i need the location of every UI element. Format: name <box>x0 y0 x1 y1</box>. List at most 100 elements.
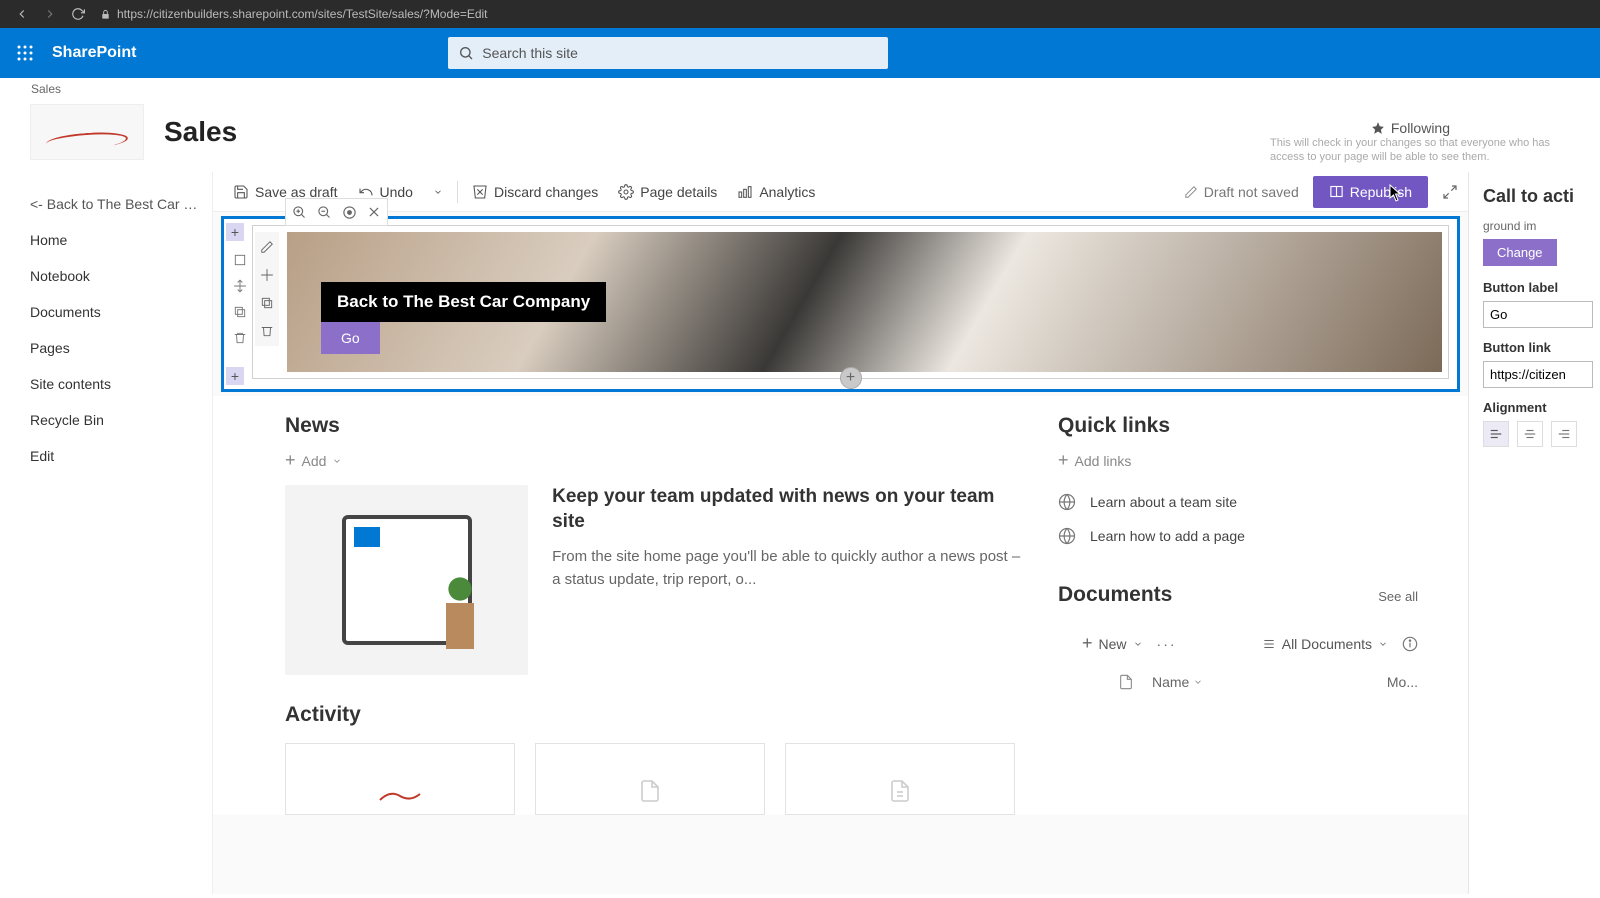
search-input[interactable]: Search this site <box>448 37 888 69</box>
webpart-move-icon[interactable] <box>260 268 274 282</box>
close-icon[interactable] <box>367 205 381 219</box>
site-header: Sales Following This will check in your … <box>0 96 1600 172</box>
call-to-action-webpart[interactable]: Back to The Best Car Company Go <box>287 232 1442 372</box>
quicklink-item[interactable]: Learn about a team site <box>1058 485 1418 519</box>
add-section-bottom-button[interactable]: + <box>226 367 244 385</box>
section-delete-icon[interactable] <box>233 331 247 345</box>
webpart-rail <box>255 232 279 346</box>
nav-item-home[interactable]: Home <box>30 222 202 258</box>
panel-bg-label: ground im <box>1483 219 1600 233</box>
nav-back-link[interactable]: <- Back to The Best Car C... <box>30 186 202 222</box>
news-heading: News <box>285 414 1022 438</box>
chevron-down-icon <box>433 187 443 197</box>
focal-point-icon[interactable] <box>342 205 357 220</box>
reload-icon[interactable] <box>64 0 92 28</box>
follow-button[interactable]: Following <box>1371 120 1450 136</box>
discard-button[interactable]: Discard changes <box>462 178 608 206</box>
webpart-delete-icon[interactable] <box>260 324 274 338</box>
file-icon <box>1118 674 1134 690</box>
republish-button[interactable]: Republish <box>1313 176 1428 208</box>
command-bar: Save as draft Undo Discard changes Page … <box>213 172 1468 212</box>
analytics-icon <box>737 184 753 200</box>
left-nav: <- Back to The Best Car C... Home Notebo… <box>0 172 212 894</box>
star-icon <box>1371 121 1385 135</box>
nav-item-sitecontents[interactable]: Site contents <box>30 366 202 402</box>
site-title: Sales <box>164 116 237 148</box>
add-webpart-button[interactable]: + <box>840 367 862 389</box>
col-modified[interactable]: Mo... <box>1387 674 1418 690</box>
analytics-button[interactable]: Analytics <box>727 178 825 206</box>
webpart-container[interactable]: Back to The Best Car Company Go + <box>252 225 1449 379</box>
quicklinks-heading: Quick links <box>1058 414 1418 438</box>
align-center-button[interactable] <box>1517 421 1543 447</box>
webpart-edit-icon[interactable] <box>260 240 274 254</box>
mouse-cursor-icon <box>1389 184 1403 202</box>
quicklink-item[interactable]: Learn how to add a page <box>1058 519 1418 553</box>
section-edit-icon[interactable] <box>233 253 247 267</box>
align-left-button[interactable] <box>1483 421 1509 447</box>
alignment-lbl: Alignment <box>1483 400 1600 415</box>
panel-title: Call to acti <box>1483 186 1600 207</box>
quicklinks-add-button[interactable]: +Add links <box>1058 450 1418 471</box>
expand-button[interactable] <box>1442 184 1458 200</box>
nav-item-notebook[interactable]: Notebook <box>30 258 202 294</box>
cta-button[interactable]: Go <box>321 322 380 354</box>
documents-more-icon[interactable]: ··· <box>1157 636 1177 652</box>
webpart-duplicate-icon[interactable] <box>260 296 274 310</box>
button-link-input[interactable] <box>1483 361 1593 388</box>
documents-seeall-link[interactable]: See all <box>1378 589 1418 604</box>
align-right-button[interactable] <box>1551 421 1577 447</box>
forward-icon[interactable] <box>36 0 64 28</box>
suite-header: SharePoint Search this site <box>0 28 1600 78</box>
nav-item-edit[interactable]: Edit <box>30 438 202 474</box>
news-add-button[interactable]: +Add <box>285 450 1022 471</box>
editor-canvas: Save as draft Undo Discard changes Page … <box>212 172 1468 894</box>
breadcrumb[interactable]: Sales <box>0 78 1600 96</box>
cta-title[interactable]: Back to The Best Car Company <box>321 282 606 322</box>
selected-section[interactable]: + + <box>221 216 1460 392</box>
app-launcher-icon[interactable] <box>0 28 50 78</box>
chevron-down-icon <box>1193 677 1203 687</box>
documents-view-button[interactable]: All Documents <box>1262 636 1388 652</box>
activity-card[interactable] <box>785 743 1015 815</box>
news-body-text: From the site home page you'll be able t… <box>552 546 1022 591</box>
add-section-top-button[interactable]: + <box>226 223 244 241</box>
news-placeholder-image <box>285 485 528 675</box>
republish-tooltip: This will check in your changes so that … <box>1270 136 1570 165</box>
info-icon[interactable] <box>1402 636 1418 652</box>
expand-icon <box>1442 184 1458 200</box>
page-details-button[interactable]: Page details <box>608 178 727 206</box>
globe-icon <box>1058 527 1076 545</box>
republish-icon <box>1329 184 1344 199</box>
documents-heading: Documents <box>1058 583 1172 607</box>
brand-label[interactable]: SharePoint <box>50 44 136 62</box>
button-label-lbl: Button label <box>1483 280 1600 295</box>
documents-new-button[interactable]: +New <box>1082 633 1143 654</box>
site-logo[interactable] <box>30 104 144 160</box>
section-toolbox <box>228 247 252 351</box>
undo-dropdown[interactable] <box>423 181 453 203</box>
nav-item-pages[interactable]: Pages <box>30 330 202 366</box>
button-link-lbl: Button link <box>1483 340 1600 355</box>
address-bar[interactable]: https://citizenbuilders.sharepoint.com/s… <box>117 7 488 21</box>
save-icon <box>233 184 249 200</box>
col-name[interactable]: Name <box>1152 674 1203 690</box>
button-label-input[interactable] <box>1483 301 1593 328</box>
chevron-down-icon <box>332 456 342 466</box>
zoom-out-icon[interactable] <box>317 205 332 220</box>
activity-card[interactable] <box>535 743 765 815</box>
pencil-icon <box>1184 185 1198 199</box>
section-move-icon[interactable] <box>233 279 247 293</box>
zoom-in-icon[interactable] <box>292 205 307 220</box>
properties-panel: Call to acti ground im Change Button lab… <box>1468 172 1600 894</box>
change-image-button[interactable]: Change <box>1483 239 1557 266</box>
browser-chrome: https://citizenbuilders.sharepoint.com/s… <box>0 0 1600 28</box>
chevron-down-icon <box>1133 639 1143 649</box>
discard-icon <box>472 184 488 200</box>
back-icon[interactable] <box>8 0 36 28</box>
nav-item-documents[interactable]: Documents <box>30 294 202 330</box>
section-duplicate-icon[interactable] <box>233 305 247 319</box>
nav-item-recyclebin[interactable]: Recycle Bin <box>30 402 202 438</box>
chevron-down-icon <box>1378 639 1388 649</box>
activity-card[interactable] <box>285 743 515 815</box>
